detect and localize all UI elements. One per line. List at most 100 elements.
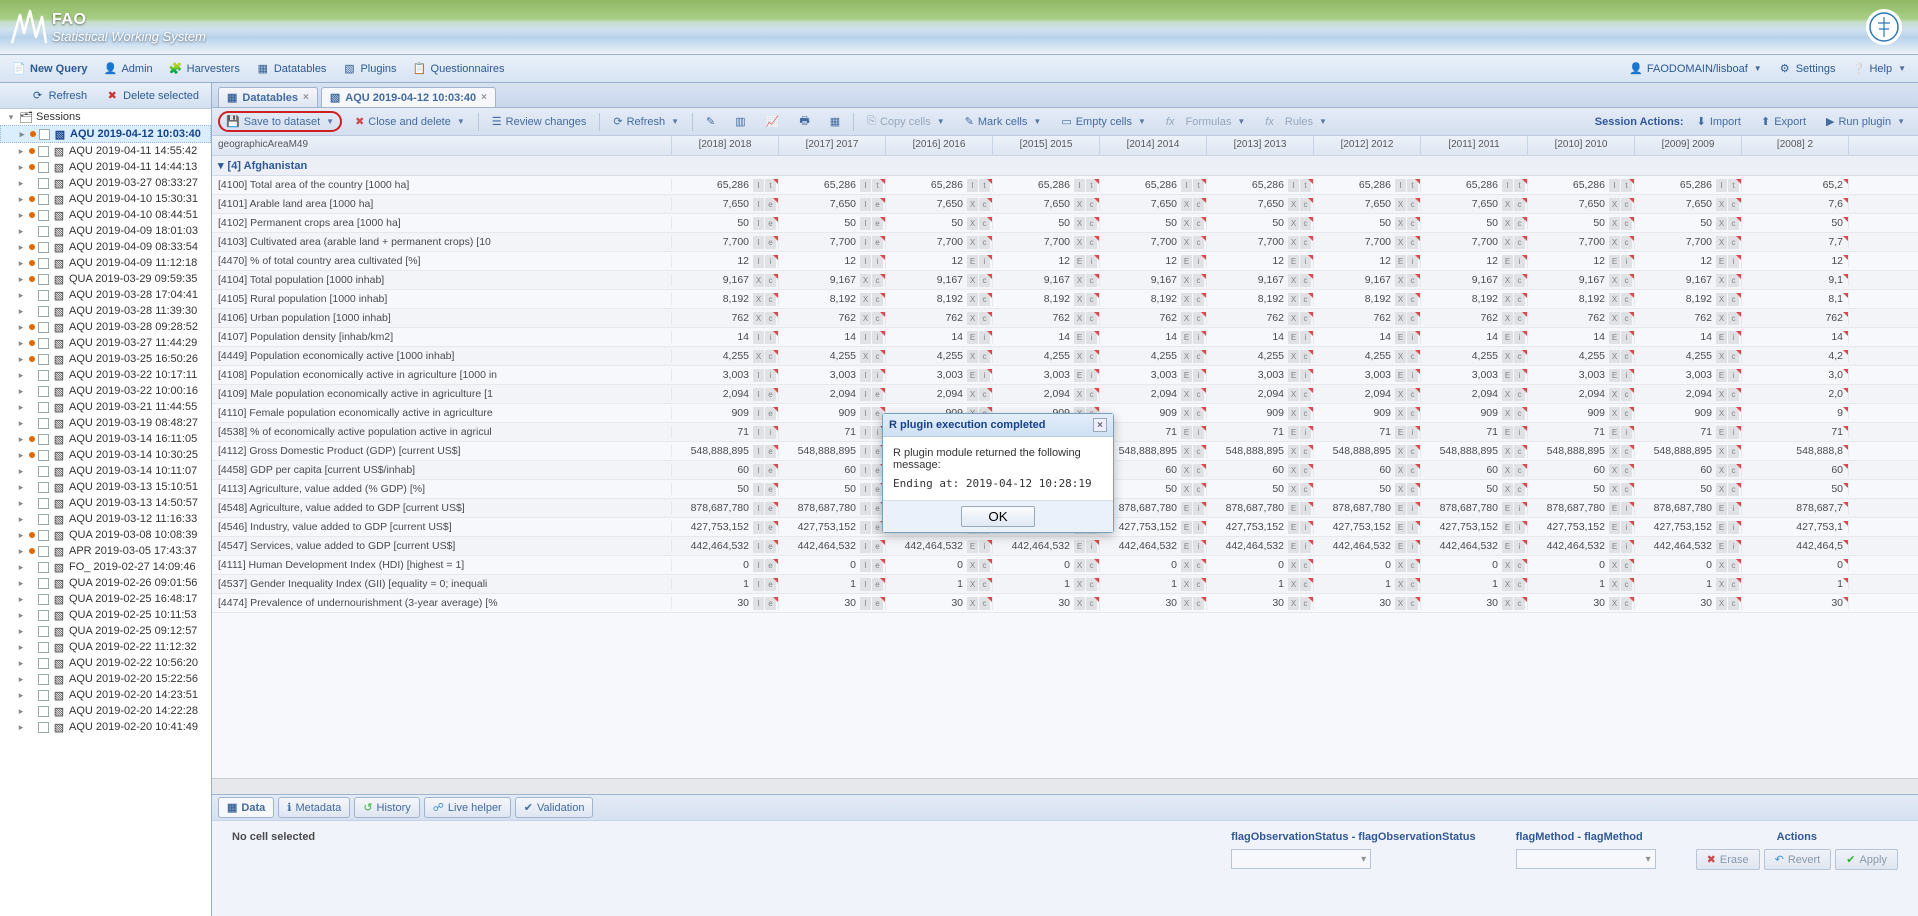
expand-icon[interactable]: ▸	[16, 418, 26, 429]
checkbox[interactable]	[38, 594, 49, 605]
help-button[interactable]: ❔Help▼	[1845, 60, 1912, 78]
session-item[interactable]: ▸▧AQU 2019-03-14 10:30:25	[0, 447, 211, 463]
expand-icon[interactable]: ▸	[16, 146, 26, 157]
session-item[interactable]: ▸▧AQU 2019-02-20 15:22:56	[0, 671, 211, 687]
delete-selected-button[interactable]: ✖Delete selected	[99, 87, 205, 105]
session-item[interactable]: ▸▧AQU 2019-03-28 09:28:52	[0, 319, 211, 335]
expand-icon[interactable]: ▸	[16, 674, 26, 685]
session-item[interactable]: ▸▧AQU 2019-04-10 08:44:51	[0, 207, 211, 223]
checkbox[interactable]	[38, 290, 49, 301]
checkbox[interactable]	[38, 338, 49, 349]
session-item[interactable]: ▸▧AQU 2019-03-13 15:10:51	[0, 479, 211, 495]
checkbox[interactable]	[38, 210, 49, 221]
expand-icon[interactable]: ▸	[16, 482, 26, 493]
expand-icon[interactable]: ▸	[16, 450, 26, 461]
checkbox[interactable]	[38, 274, 49, 285]
checkbox[interactable]	[38, 690, 49, 701]
session-item[interactable]: ▸▧AQU 2019-04-11 14:44:13	[0, 159, 211, 175]
expand-icon[interactable]: ▸	[16, 226, 26, 237]
expand-icon[interactable]: ▸	[16, 690, 26, 701]
session-item[interactable]: ▸▧AQU 2019-03-28 17:04:41	[0, 287, 211, 303]
expand-icon[interactable]: ▸	[16, 642, 26, 653]
session-item[interactable]: ▸▧AQU 2019-03-22 10:17:11	[0, 367, 211, 383]
session-item[interactable]: ▸▧QUA 2019-03-08 10:08:39	[0, 527, 211, 543]
checkbox[interactable]	[38, 626, 49, 637]
session-item[interactable]: ▸▧AQU 2019-03-25 16:50:26	[0, 351, 211, 367]
session-item[interactable]: ▸▧AQU 2019-04-09 11:12:18	[0, 255, 211, 271]
checkbox[interactable]	[38, 450, 49, 461]
session-item[interactable]: ▸▧AQU 2019-03-28 11:39:30	[0, 303, 211, 319]
session-item[interactable]: ▸▧AQU 2019-02-20 14:23:51	[0, 687, 211, 703]
expand-icon[interactable]: ▸	[17, 129, 27, 140]
session-item[interactable]: ▸▧AQU 2019-03-14 16:11:05	[0, 431, 211, 447]
session-item[interactable]: ▸▧AQU 2019-03-27 08:33:27	[0, 175, 211, 191]
session-item[interactable]: ▸▧AQU 2019-02-22 10:56:20	[0, 655, 211, 671]
checkbox[interactable]	[38, 418, 49, 429]
expand-icon[interactable]: ▸	[16, 514, 26, 525]
checkbox[interactable]	[38, 562, 49, 573]
refresh-sessions-button[interactable]: ⟳Refresh	[25, 87, 94, 105]
expand-icon[interactable]: ▸	[16, 210, 26, 221]
new-query-button[interactable]: 📄New Query	[6, 60, 93, 78]
session-item[interactable]: ▸▧AQU 2019-03-12 11:16:33	[0, 511, 211, 527]
session-item[interactable]: ▸▧QUA 2019-02-22 11:12:32	[0, 639, 211, 655]
checkbox[interactable]	[38, 162, 49, 173]
expand-icon[interactable]: ▸	[16, 434, 26, 445]
session-item[interactable]: ▸▧QUA 2019-02-25 09:12:57	[0, 623, 211, 639]
expand-icon[interactable]: ▸	[16, 370, 26, 381]
harvesters-button[interactable]: 🧩Harvesters	[163, 60, 246, 78]
expand-icon[interactable]: ▸	[16, 706, 26, 717]
checkbox[interactable]	[38, 530, 49, 541]
expand-icon[interactable]: ▸	[16, 562, 26, 573]
expand-icon[interactable]: ▸	[16, 274, 26, 285]
session-item[interactable]: ▸▧QUA 2019-02-26 09:01:56	[0, 575, 211, 591]
datatables-button[interactable]: ▦Datatables	[250, 60, 333, 78]
checkbox[interactable]	[38, 306, 49, 317]
plugins-button[interactable]: ▧Plugins	[336, 60, 402, 78]
user-menu[interactable]: 👤FAODOMAIN/lisboaf▼	[1623, 60, 1768, 78]
session-item[interactable]: ▸▧AQU 2019-04-12 10:03:40	[0, 125, 211, 143]
session-item[interactable]: ▸▧AQU 2019-02-20 14:22:28	[0, 703, 211, 719]
checkbox[interactable]	[38, 514, 49, 525]
session-item[interactable]: ▸▧FO_ 2019-02-27 14:09:46	[0, 559, 211, 575]
checkbox[interactable]	[38, 578, 49, 589]
tree-root[interactable]: ▾ 🗂 Sessions	[0, 109, 211, 125]
expand-icon[interactable]: ▸	[16, 466, 26, 477]
checkbox[interactable]	[38, 194, 49, 205]
checkbox[interactable]	[38, 226, 49, 237]
checkbox[interactable]	[38, 722, 49, 733]
session-item[interactable]: ▸▧AQU 2019-04-09 08:33:54	[0, 239, 211, 255]
checkbox[interactable]	[38, 242, 49, 253]
expand-icon[interactable]: ▸	[16, 162, 26, 173]
close-icon[interactable]: ×	[1093, 418, 1107, 432]
checkbox[interactable]	[38, 546, 49, 557]
session-item[interactable]: ▸▧AQU 2019-04-11 14:55:42	[0, 143, 211, 159]
checkbox[interactable]	[38, 146, 49, 157]
session-item[interactable]: ▸▧QUA 2019-03-29 09:59:35	[0, 271, 211, 287]
checkbox[interactable]	[39, 129, 50, 140]
expand-icon[interactable]: ▸	[16, 258, 26, 269]
session-item[interactable]: ▸▧AQU 2019-03-27 11:44:29	[0, 335, 211, 351]
checkbox[interactable]	[38, 658, 49, 669]
expand-icon[interactable]: ▸	[16, 322, 26, 333]
expand-icon[interactable]: ▸	[16, 610, 26, 621]
expand-icon[interactable]: ▸	[16, 578, 26, 589]
expand-icon[interactable]: ▸	[16, 626, 26, 637]
checkbox[interactable]	[38, 386, 49, 397]
settings-button[interactable]: ⚙Settings	[1772, 60, 1842, 78]
expand-icon[interactable]: ▸	[16, 530, 26, 541]
checkbox[interactable]	[38, 354, 49, 365]
expand-icon[interactable]: ▸	[16, 402, 26, 413]
checkbox[interactable]	[38, 178, 49, 189]
expand-icon[interactable]: ▸	[16, 386, 26, 397]
checkbox[interactable]	[38, 498, 49, 509]
expand-icon[interactable]: ▸	[16, 178, 26, 189]
checkbox[interactable]	[38, 482, 49, 493]
expand-icon[interactable]: ▸	[16, 722, 26, 733]
expand-icon[interactable]: ▸	[16, 306, 26, 317]
session-item[interactable]: ▸▧AQU 2019-04-10 15:30:31	[0, 191, 211, 207]
expand-icon[interactable]: ▸	[16, 354, 26, 365]
checkbox[interactable]	[38, 258, 49, 269]
questionnaires-button[interactable]: 📋Questionnaires	[407, 60, 511, 78]
checkbox[interactable]	[38, 674, 49, 685]
